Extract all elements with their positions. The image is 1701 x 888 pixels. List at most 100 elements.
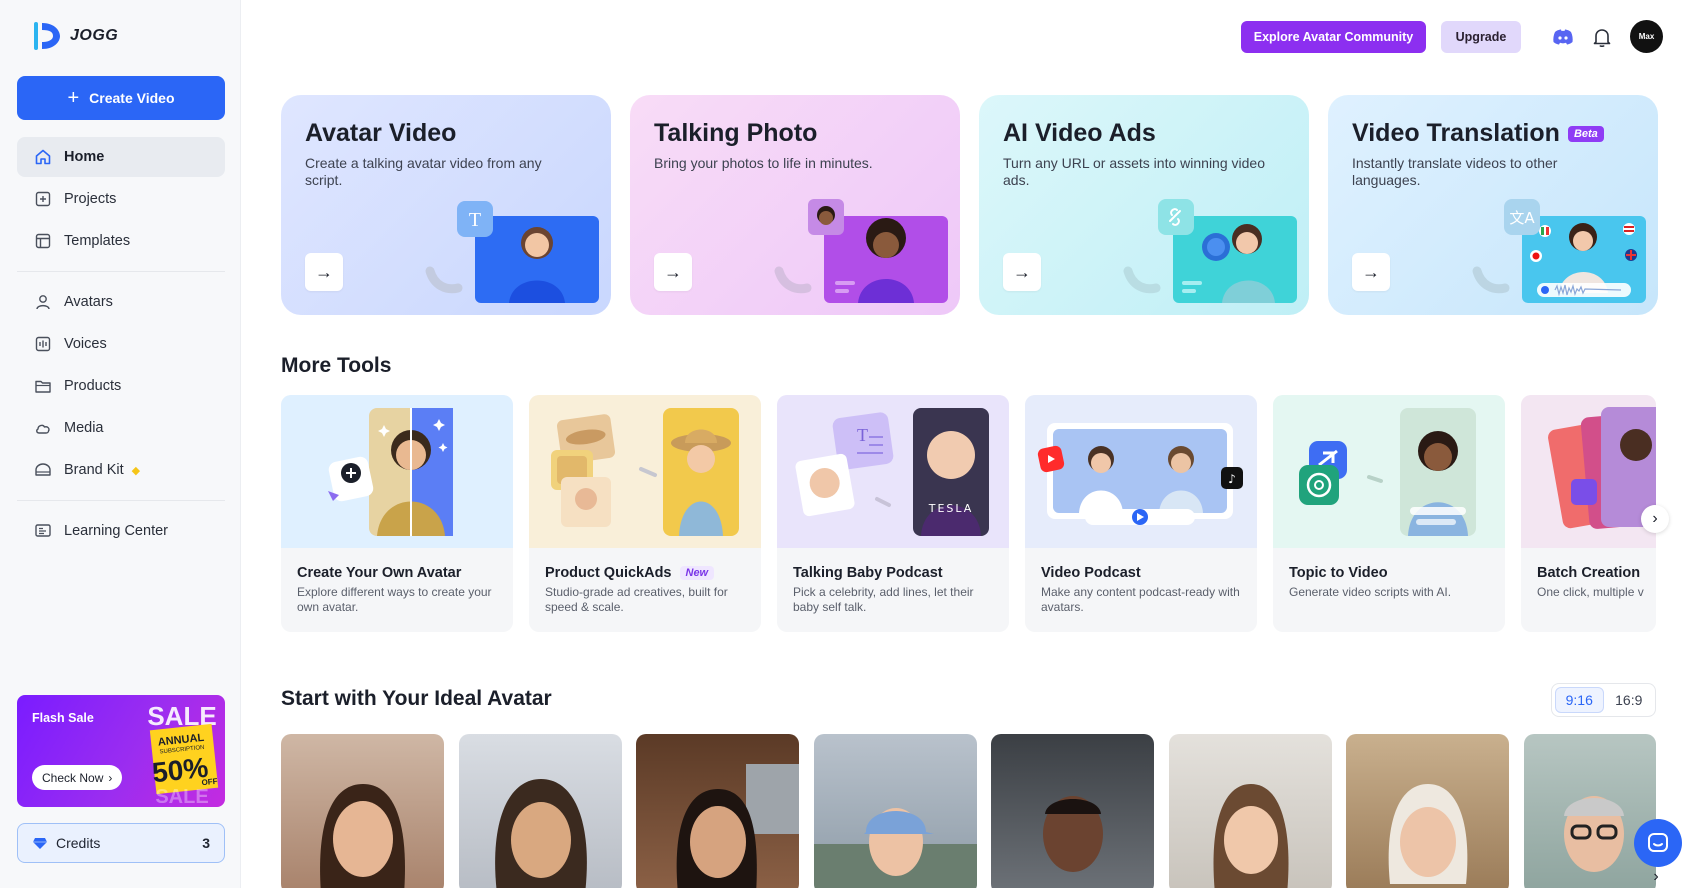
tool-card-video-podcast[interactable]: ♪ Video Podcast Make any content podcast… (1025, 395, 1257, 632)
sidebar-item-media[interactable]: Media (17, 408, 225, 448)
sidebar-item-projects[interactable]: Projects (17, 179, 225, 219)
tesla-text: TESLA (928, 502, 974, 515)
feature-desc: Turn any URL or assets into winning vide… (1003, 155, 1265, 188)
arrow-right-icon[interactable]: → (1352, 253, 1390, 291)
avatar-card[interactable] (459, 734, 622, 888)
ratio-option-9-16[interactable]: 9:16 (1555, 687, 1604, 713)
sidebar: JOGG + Create Video Home Projects Templa… (0, 0, 241, 888)
avatar-card[interactable] (281, 734, 444, 888)
sidebar-item-products[interactable]: Products (17, 366, 225, 406)
feature-title: Avatar Video (305, 119, 457, 147)
tool-card-topic-to-video[interactable]: Topic to Video Generate video scripts wi… (1273, 395, 1505, 632)
explore-avatar-community-button[interactable]: Explore Avatar Community (1241, 21, 1426, 53)
tool-title: Batch Creation (1537, 565, 1641, 581)
avatar-card[interactable] (636, 734, 799, 888)
premium-diamond-icon: ◆ (131, 464, 141, 477)
talking-photo-illustration (774, 199, 948, 303)
check-now-label: Check Now (42, 770, 104, 785)
sidebar-item-voices[interactable]: Voices (17, 324, 225, 364)
arrow-right-icon[interactable]: → (1003, 253, 1041, 291)
upgrade-button[interactable]: Upgrade (1441, 21, 1521, 53)
plus-icon: + (67, 87, 80, 109)
chat-icon (1648, 833, 1668, 852)
credits-label: Credits (56, 835, 101, 851)
sidebar-item-label: Products (64, 378, 122, 394)
create-avatar-illustration (281, 395, 513, 548)
templates-icon (35, 233, 51, 249)
tool-desc: Make any content podcast-ready with avat… (1041, 585, 1240, 614)
feature-card-avatar-video[interactable]: Avatar Video Create a talking avatar vid… (281, 95, 611, 315)
avatar-video-illustration: T (425, 201, 599, 303)
tool-card-product-quickads[interactable]: Product QuickAds New Studio-grade ad crea… (529, 395, 761, 632)
sale-graphic: SALE ANNUAL SUBSCRIPTION 50% OFF SALE (147, 701, 219, 803)
tool-card-create-avatar[interactable]: Create Your Own Avatar Explore different… (281, 395, 513, 632)
talking-baby-illustration: TESLA T (777, 395, 1009, 548)
tool-desc: One click, multiple v (1537, 585, 1644, 599)
arrow-right-icon[interactable]: → (654, 253, 692, 291)
sidebar-item-avatars[interactable]: Avatars (17, 282, 225, 322)
cloud-icon (36, 424, 50, 434)
create-video-label: Create Video (89, 90, 175, 106)
voice-icon (35, 336, 51, 352)
avatar-photo (814, 808, 977, 888)
tool-title: Topic to Video (1289, 565, 1388, 581)
avatar-card[interactable] (1346, 734, 1509, 888)
feature-desc: Bring your photos to life in minutes. (654, 155, 873, 171)
video-podcast-illustration: ♪ (1025, 395, 1257, 548)
create-video-button[interactable]: + Create Video (17, 76, 225, 120)
feature-desc: Instantly translate videos to other lang… (1352, 155, 1558, 188)
feature-card-video-translation[interactable]: Video Translation Beta Instantly translat… (1328, 95, 1658, 315)
topic-to-video-illustration (1273, 395, 1505, 548)
sidebar-item-templates[interactable]: Templates (17, 221, 225, 261)
avatar-photo (676, 764, 799, 888)
svg-text:SALE: SALE (155, 786, 208, 803)
svg-text:♪: ♪ (1228, 472, 1236, 486)
app-root: JOGG + Create Video Home Projects Templa… (0, 0, 1701, 888)
ideal-avatar-title: Start with Your Ideal Avatar (281, 687, 552, 710)
help-chat-button[interactable] (1634, 819, 1682, 867)
avatar-card[interactable] (814, 734, 977, 888)
avatar-photo (1213, 784, 1289, 888)
svg-text:文A: 文A (1509, 209, 1535, 227)
check-now-button[interactable]: Check Now › (32, 765, 123, 790)
diamond-icon (33, 838, 47, 849)
beta-badge: Beta (1567, 125, 1604, 142)
avatar-photo (1564, 796, 1624, 872)
bell-icon[interactable] (1591, 26, 1613, 48)
avatars-next-button[interactable]: › (1645, 866, 1667, 888)
tool-title: Product QuickAds (545, 565, 672, 581)
tool-title: Video Podcast (1041, 565, 1141, 581)
ratio-option-16-9[interactable]: 16:9 (1606, 687, 1653, 713)
feature-card-talking-photo[interactable]: Talking Photo Bring your photos to life … (630, 95, 960, 315)
chevron-right-icon: › (1652, 510, 1658, 527)
folder-icon (35, 380, 51, 393)
sidebar-item-home[interactable]: Home (17, 137, 225, 177)
flash-sale-banner[interactable]: Flash Sale Check Now › SALE ANNUAL SUBSC… (17, 695, 225, 807)
aspect-ratio-toggle: 9:16 16:9 (1551, 683, 1656, 717)
tool-title: Create Your Own Avatar (297, 565, 462, 581)
avatar-card[interactable] (991, 734, 1154, 888)
tools-next-button[interactable]: › (1641, 505, 1669, 533)
discord-icon[interactable] (1552, 26, 1574, 48)
feature-title: Video Translation (1352, 119, 1560, 147)
avatar-card[interactable] (1169, 734, 1332, 888)
feature-title: Talking Photo (654, 119, 818, 147)
user-icon (36, 295, 50, 310)
logo[interactable]: JOGG (32, 20, 118, 52)
user-avatar[interactable]: Max (1630, 20, 1663, 53)
tool-card-batch-creation[interactable]: Batch Creation One click, multiple v (1521, 395, 1656, 632)
new-badge: New (679, 566, 715, 580)
avatar-card[interactable] (1524, 734, 1656, 888)
credits-panel[interactable]: Credits 3 (17, 823, 225, 863)
nav-divider (17, 500, 225, 501)
avatar-photo (495, 779, 587, 888)
arrow-right-icon[interactable]: → (305, 253, 343, 291)
chevron-right-icon: › (108, 770, 113, 785)
sidebar-item-learning-center[interactable]: Learning Center (17, 511, 225, 551)
sidebar-item-brand-kit[interactable]: Brand Kit ◆ (17, 450, 225, 490)
feature-card-ai-video-ads[interactable]: AI Video Ads Turn any URL or assets into… (979, 95, 1309, 315)
logo-text: JOGG (70, 27, 119, 44)
avatar-photo (1388, 784, 1468, 884)
brand-kit-icon (35, 463, 51, 476)
tool-card-talking-baby-podcast[interactable]: TESLA T Talking Baby Podcast Pick a cele… (777, 395, 1009, 632)
